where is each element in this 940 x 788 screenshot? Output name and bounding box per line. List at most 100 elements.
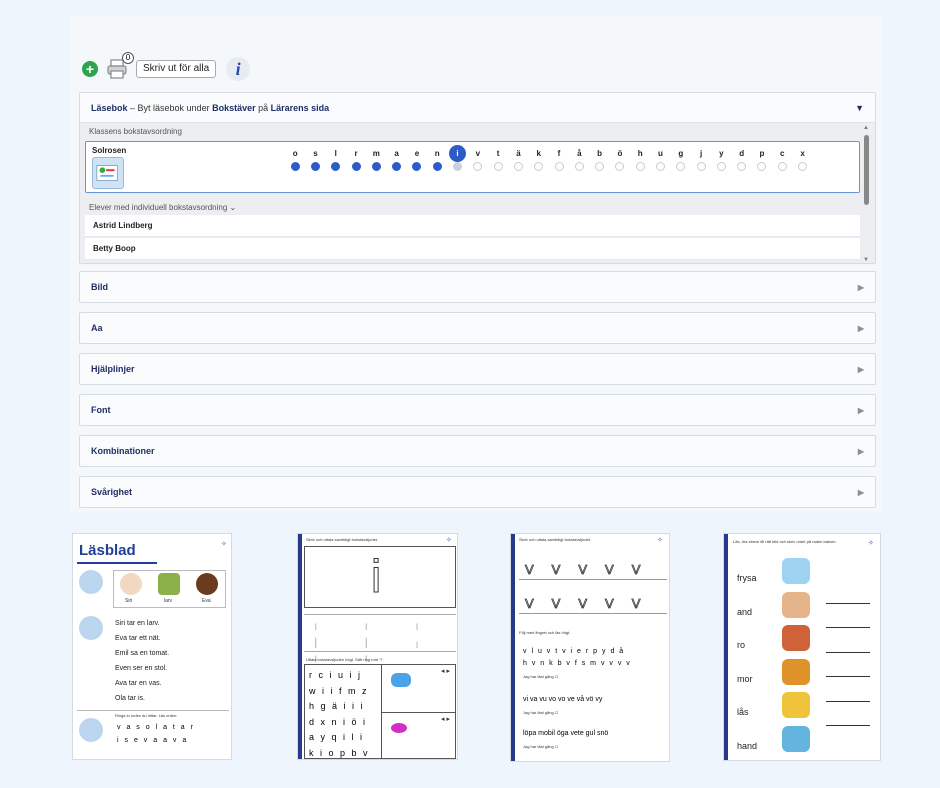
worksheet-preview-letter-v[interactable]: Skriv och uttala samtidigt bokstavsljude… bbox=[510, 533, 670, 762]
worksheet-preview-letter-i[interactable]: Skriv och uttala samtidigt bokstavsljude… bbox=[297, 533, 458, 760]
letter-item[interactable]: e bbox=[407, 147, 427, 177]
nav-arrows-icon: ◂ ▸ bbox=[441, 668, 450, 675]
reader-accordion-header[interactable]: Läsebok – Byt läsebok under Bokstäver på… bbox=[80, 93, 875, 123]
unchecked-circle-icon bbox=[798, 162, 808, 171]
letter-item[interactable]: p bbox=[752, 147, 772, 177]
letter-label: l bbox=[334, 149, 337, 158]
section-header[interactable]: Aa ▶ bbox=[80, 313, 875, 343]
section-hjalplinjer[interactable]: Hjälplinjer ▶ bbox=[79, 353, 876, 385]
worksheet-preview-lasblad[interactable]: Läsblad ✧ Siri larv Eva Siri tar en larv… bbox=[72, 533, 232, 760]
word: and bbox=[737, 606, 753, 617]
section-font[interactable]: Font ▶ bbox=[79, 394, 876, 426]
word: frysa bbox=[737, 573, 757, 583]
letter-item[interactable]: t bbox=[488, 147, 508, 177]
section-header[interactable]: Svårighet ▶ bbox=[80, 477, 875, 507]
add-icon[interactable]: + bbox=[82, 61, 98, 77]
letter-item[interactable]: c bbox=[772, 147, 792, 177]
letter-item[interactable]: f bbox=[549, 147, 569, 177]
read-count: Jag har läst gång ☐ bbox=[523, 674, 559, 679]
section-header[interactable]: Bild ▶ bbox=[80, 272, 875, 302]
letter-label: i bbox=[449, 145, 467, 162]
letter-label: y bbox=[719, 149, 724, 158]
letter-item[interactable]: m bbox=[366, 147, 386, 177]
letter-item[interactable]: ö bbox=[610, 147, 630, 177]
picture-eva bbox=[196, 573, 218, 595]
letter-item[interactable]: u bbox=[650, 147, 670, 177]
print-icon[interactable]: 0 bbox=[106, 52, 134, 80]
expand-arrow-icon: ▶ bbox=[857, 487, 864, 497]
checked-circle-icon bbox=[371, 162, 381, 171]
individual-order-label[interactable]: Elever med individuell bokstavsordning ⌄ bbox=[89, 203, 236, 212]
letter-row: i s e v a a v a bbox=[117, 737, 189, 744]
unchecked-circle-icon bbox=[493, 162, 503, 171]
student-row[interactable]: Betty Boop bbox=[85, 238, 860, 260]
section-kombinationer[interactable]: Kombinationer ▶ bbox=[79, 435, 876, 467]
section-svarighet[interactable]: Svårighet ▶ bbox=[79, 476, 876, 508]
letter-item[interactable]: ä bbox=[508, 147, 528, 177]
letter-item[interactable]: o bbox=[285, 147, 305, 177]
student-row[interactable]: Astrid Lindberg bbox=[85, 215, 860, 237]
exercise-note: Uttala bokstavsljuden högt. Sätt ring ru… bbox=[306, 657, 384, 662]
print-all-button[interactable]: Skriv ut för alla bbox=[136, 60, 217, 78]
collapse-arrow-icon[interactable]: ▼ bbox=[855, 103, 864, 113]
toolbar: + 0 Skriv ut för alla i bbox=[82, 52, 251, 83]
scrollbar-thumb[interactable] bbox=[864, 135, 869, 205]
section-aa[interactable]: Aa ▶ bbox=[79, 312, 876, 344]
read-line: löpa mobil öga vete gul snö bbox=[523, 730, 609, 737]
answer-lines bbox=[826, 570, 870, 731]
unchecked-circle-icon bbox=[534, 162, 544, 171]
letter-label: e bbox=[414, 149, 420, 158]
letter-item[interactable]: s bbox=[305, 147, 325, 177]
letter-item[interactable]: b bbox=[589, 147, 609, 177]
letter-item[interactable]: d bbox=[732, 147, 752, 177]
exercise-note: Följ med fingret och läs högt. bbox=[519, 630, 571, 635]
section-bild[interactable]: Bild ▶ bbox=[79, 271, 876, 303]
sentence: Eva tar ett nät. bbox=[115, 635, 161, 642]
letter-label: j bbox=[699, 149, 703, 158]
sentence: Emil sa en tomat. bbox=[115, 650, 170, 657]
picture-mor bbox=[782, 658, 810, 685]
letter-item[interactable]: l bbox=[326, 147, 346, 177]
letter-item[interactable]: x bbox=[792, 147, 812, 177]
reader-title: Läsebok bbox=[91, 102, 128, 113]
section-header[interactable]: Kombinationer ▶ bbox=[80, 436, 875, 466]
sheet-header: Skriv och uttala samtidigt bokstavsljude… bbox=[519, 537, 592, 542]
checked-circle-icon bbox=[392, 162, 402, 171]
read-icon bbox=[79, 616, 103, 640]
letter-item[interactable]: n bbox=[427, 147, 447, 177]
letter-label: c bbox=[780, 149, 785, 158]
sentence: Ava tar en vas. bbox=[115, 680, 162, 687]
section-header[interactable]: Font ▶ bbox=[80, 395, 875, 425]
letter-item[interactable]: i bbox=[447, 145, 467, 177]
sheet-title: Läsblad bbox=[79, 542, 136, 559]
letter-item[interactable]: j bbox=[691, 147, 711, 177]
reader-subtitle-bold1: Bokstäver bbox=[212, 102, 256, 113]
trace-lines: ı ı ı ı ı ı ı ı ı ı bbox=[304, 614, 456, 665]
info-icon[interactable]: i bbox=[226, 57, 251, 81]
worksheet-preview-words[interactable]: Läs, dra streck till rätt bild och skriv… bbox=[723, 533, 881, 761]
unchecked-circle-icon bbox=[453, 162, 463, 171]
letter-item[interactable]: k bbox=[529, 147, 549, 177]
letter-item[interactable]: y bbox=[711, 147, 731, 177]
letter-item[interactable]: g bbox=[671, 147, 691, 177]
letter-item[interactable]: h bbox=[630, 147, 650, 177]
letter-label: f bbox=[557, 149, 561, 158]
sheet-header: Skriv och uttala samtidigt bokstavsljude… bbox=[306, 537, 379, 542]
section-header[interactable]: Hjälplinjer ▶ bbox=[80, 354, 875, 384]
picture-siri bbox=[120, 573, 142, 595]
expand-arrow-icon: ▶ bbox=[857, 323, 864, 333]
picture-larv bbox=[158, 573, 180, 595]
letter-item[interactable]: v bbox=[468, 147, 488, 177]
letter-label: r bbox=[354, 149, 358, 158]
unchecked-circle-icon bbox=[574, 162, 584, 171]
logo-icon: ✧ bbox=[868, 540, 874, 547]
unchecked-circle-icon bbox=[635, 162, 645, 171]
class-order-row[interactable]: Solrosen o s l r m a e niv t ä k f å b ö h u g j y d p c x bbox=[85, 141, 860, 193]
scrollbar[interactable]: ▲ ▼ bbox=[863, 125, 869, 263]
letter-item[interactable]: å bbox=[569, 147, 589, 177]
letter-item[interactable]: r bbox=[346, 147, 366, 177]
divider bbox=[77, 710, 229, 711]
print-count-badge: 0 bbox=[122, 52, 134, 64]
reader-accordion: Läsebok – Byt läsebok under Bokstäver på… bbox=[79, 92, 876, 264]
letter-item[interactable]: a bbox=[386, 147, 406, 177]
